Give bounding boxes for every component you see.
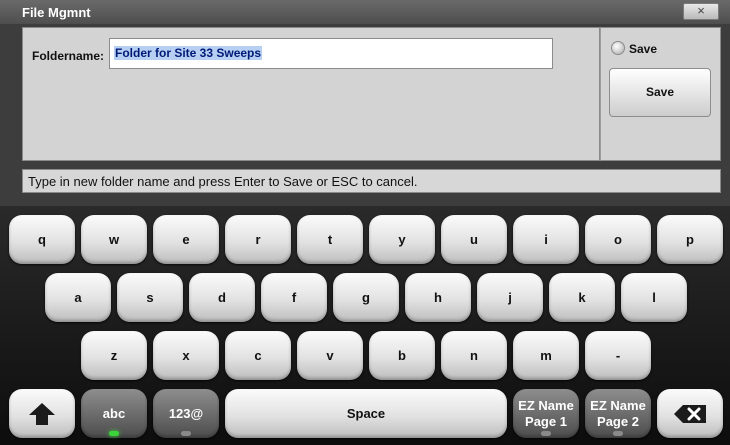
numeric-mode-indicator [181,431,191,436]
key-f[interactable]: f [261,273,327,322]
key-x[interactable]: x [153,331,219,380]
key-y[interactable]: y [369,215,435,264]
status-bar: Type in new folder name and press Enter … [22,169,721,193]
save-button[interactable]: Save [609,68,711,117]
numeric-mode-key[interactable]: 123@ [153,389,219,438]
key-n[interactable]: n [441,331,507,380]
ez-name-page-1-line2: Page 1 [525,413,567,429]
key-l[interactable]: l [621,273,687,322]
key-g[interactable]: g [333,273,399,322]
key-p[interactable]: p [657,215,723,264]
ez-name-page-2-key[interactable]: EZ Name Page 2 [585,389,651,438]
key-k[interactable]: k [549,273,615,322]
ez-name-page-2-line1: EZ Name [590,397,646,413]
key-dash[interactable]: - [585,331,651,380]
abc-mode-key[interactable]: abc [81,389,147,438]
dialog-title: File Mgmnt [22,5,91,20]
ez-name-page-1-line1: EZ Name [518,397,574,413]
space-key[interactable]: Space [225,389,507,438]
shift-arrow-icon [9,389,75,438]
key-t[interactable]: t [297,215,363,264]
close-button[interactable]: × [683,3,719,20]
backspace-icon [657,389,723,438]
ez-name-page-1-key[interactable]: EZ Name Page 1 [513,389,579,438]
key-c[interactable]: c [225,331,291,380]
key-v[interactable]: v [297,331,363,380]
key-q[interactable]: q [9,215,75,264]
key-b[interactable]: b [369,331,435,380]
close-icon: × [697,3,705,18]
foldername-panel: Foldername: Folder for Site 33 Sweeps [22,27,600,161]
key-u[interactable]: u [441,215,507,264]
backspace-key[interactable] [657,389,723,438]
key-a[interactable]: a [45,273,111,322]
key-w[interactable]: w [81,215,147,264]
ez-name-page-1-indicator [541,431,551,436]
key-z[interactable]: z [81,331,147,380]
key-o[interactable]: o [585,215,651,264]
save-radio-label: Save [629,42,658,56]
key-e[interactable]: e [153,215,219,264]
key-r[interactable]: r [225,215,291,264]
key-s[interactable]: s [117,273,183,322]
ez-name-page-2-indicator [613,431,623,436]
key-m[interactable]: m [513,331,579,380]
foldername-value: Folder for Site 33 Sweeps [114,46,263,60]
ez-name-page-2-line2: Page 2 [597,413,639,429]
shift-key[interactable] [9,389,75,438]
file-management-dialog: File Mgmnt × Foldername: Folder for Site… [0,0,730,206]
on-screen-keyboard: q w e r t y u i o p a s d f g h j k l z … [0,206,730,445]
status-text: Type in new folder name and press Enter … [28,174,418,189]
foldername-input[interactable]: Folder for Site 33 Sweeps [109,38,553,69]
foldername-label: Foldername: [32,49,105,63]
key-h[interactable]: h [405,273,471,322]
dialog-titlebar: File Mgmnt × [0,0,730,24]
numeric-mode-label: 123@ [168,406,204,421]
key-i[interactable]: i [513,215,579,264]
save-panel: Save Save [600,27,721,161]
abc-mode-label: abc [102,406,126,421]
abc-active-indicator [109,431,119,436]
key-j[interactable]: j [477,273,543,322]
save-radio[interactable] [611,41,625,55]
key-d[interactable]: d [189,273,255,322]
